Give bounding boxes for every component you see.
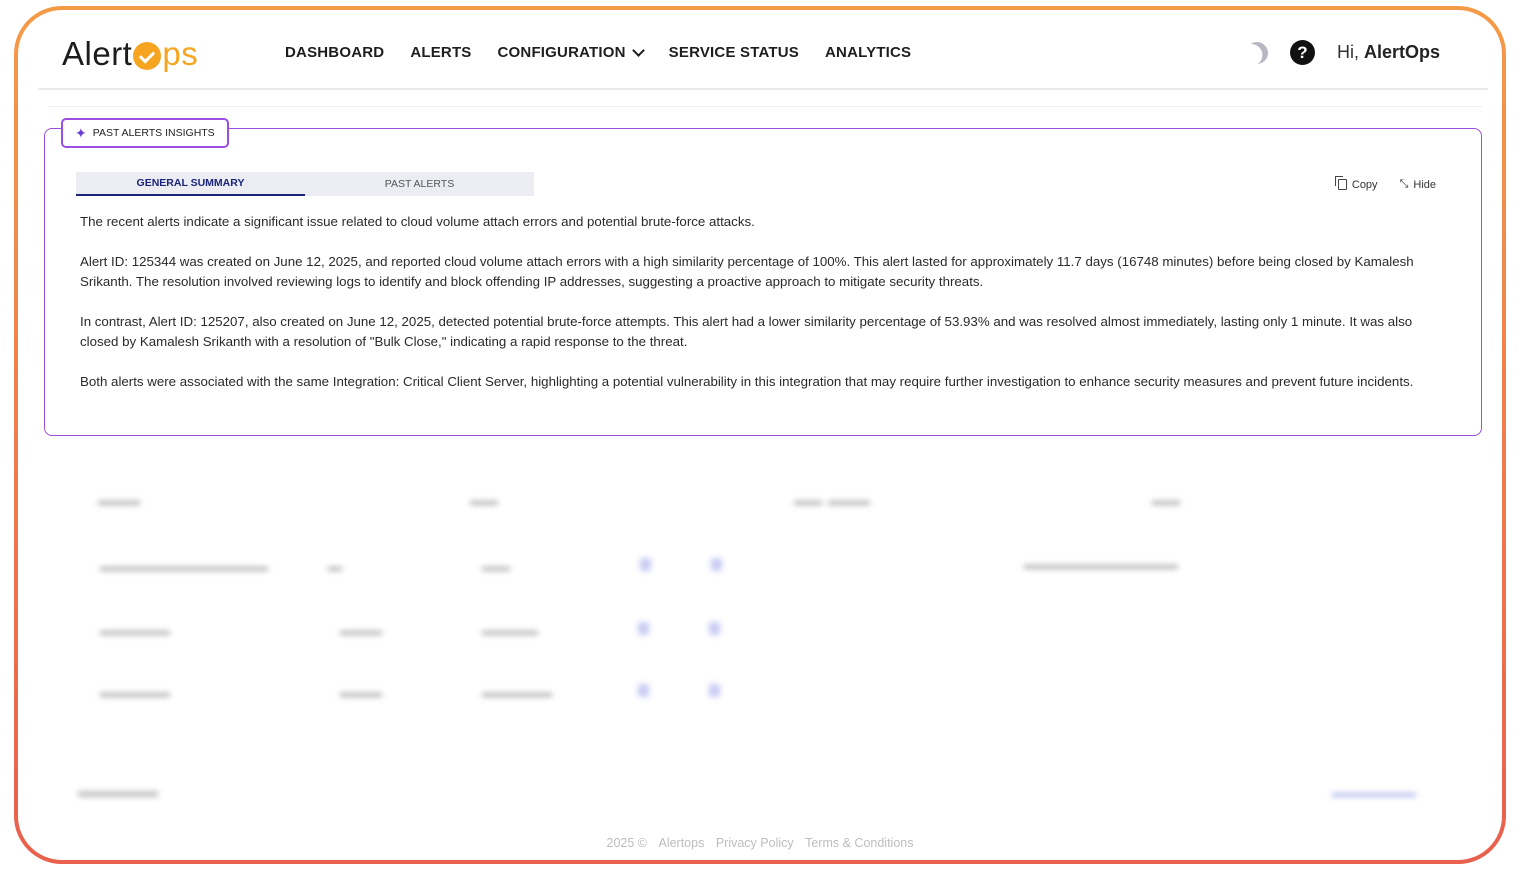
nav-service-status[interactable]: SERVICE STATUS: [669, 44, 799, 61]
user-name: AlertOps: [1363, 42, 1440, 62]
footer-terms-link[interactable]: Terms & Conditions: [805, 836, 913, 850]
collapse-icon: ⤡: [1399, 178, 1409, 190]
copy-icon: [1334, 176, 1347, 190]
main-nav: DASHBOARD ALERTS CONFIGURATION SERVICE S…: [285, 44, 911, 61]
general-summary-text: The recent alerts indicate a significant…: [80, 212, 1452, 412]
summary-paragraph: Alert ID: 125344 was created on June 12,…: [80, 254, 1414, 289]
header-actions: ? Hi, AlertOps: [1246, 40, 1440, 65]
nav-dashboard[interactable]: DASHBOARD: [285, 44, 384, 61]
logo-text-left: Alert: [62, 35, 133, 72]
insights-tabs: GENERAL SUMMARY PAST ALERTS: [76, 172, 534, 196]
summary-paragraph: Both alerts were associated with the sam…: [80, 374, 1414, 389]
nav-configuration-label: CONFIGURATION: [497, 44, 626, 61]
insights-badge-label: PAST ALERTS INSIGHTS: [92, 127, 215, 139]
window-frame: ▬▬▬ ▬▬ ▬▬▬ ▬▬ ▬▬ ▬▬▬ ▬▬▬▬▬▬▬▬▬ ▬ ▬▬ ▬▬▬ ▬▬ ▬▬▬ ▬▬…: [14, 6, 1506, 864]
nav-analytics[interactable]: ANALYTICS: [825, 44, 911, 61]
copy-button[interactable]: Copy: [1334, 176, 1378, 191]
greeting-prefix: Hi,: [1336, 42, 1364, 62]
alertops-logo[interactable]: Alert ps: [62, 32, 198, 76]
footer: 2025 © Alertops Privacy Policy Terms & C…: [18, 836, 1502, 850]
footer-privacy-link[interactable]: Privacy Policy: [716, 836, 794, 850]
copy-label: Copy: [1351, 178, 1378, 191]
summary-paragraph: The recent alerts indicate a significant…: [80, 214, 755, 229]
logo-text-right: ps: [162, 35, 199, 72]
header-divider: [38, 88, 1488, 90]
summary-paragraph: In contrast, Alert ID: 125207, also crea…: [80, 314, 1413, 349]
footer-company-link[interactable]: Alertops: [658, 836, 704, 850]
hide-button[interactable]: ⤡ Hide: [1400, 178, 1436, 191]
tab-general-summary[interactable]: GENERAL SUMMARY: [76, 172, 305, 196]
footer-year: 2025 ©: [606, 836, 648, 850]
panel-tools: Copy ⤡ Hide: [1334, 176, 1436, 191]
sparkle-icon: ✦: [75, 125, 87, 141]
logo-check-icon: [133, 42, 162, 70]
tab-past-alerts[interactable]: PAST ALERTS: [305, 172, 534, 196]
subheader-divider: [48, 106, 1482, 107]
nav-configuration[interactable]: CONFIGURATION: [497, 44, 645, 61]
help-icon[interactable]: ?: [1289, 40, 1315, 65]
nav-alerts[interactable]: ALERTS: [410, 44, 471, 61]
chevron-down-icon: [631, 44, 645, 57]
hide-label: Hide: [1413, 178, 1436, 191]
user-greeting[interactable]: Hi, AlertOps: [1337, 42, 1440, 63]
insights-badge: ✦ PAST ALERTS INSIGHTS: [61, 118, 229, 148]
dark-mode-moon-icon[interactable]: [1243, 38, 1271, 66]
